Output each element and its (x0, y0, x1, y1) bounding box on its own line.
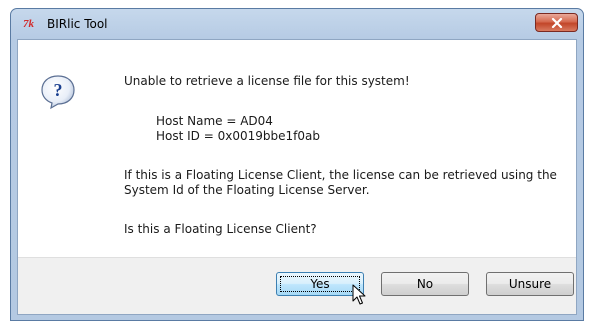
info-text-line1: If this is a Floating License Client, th… (124, 168, 557, 182)
close-button[interactable] (535, 13, 578, 32)
unsure-button[interactable]: Unsure (486, 272, 574, 296)
yes-button[interactable]: Yes (276, 272, 364, 296)
error-message: Unable to retrieve a license file for th… (124, 74, 410, 88)
svg-text:?: ? (54, 80, 63, 100)
window-title: BIRlic Tool (47, 17, 108, 31)
mouse-pointer-icon (352, 284, 366, 306)
yes-button-label: Yes (310, 277, 330, 291)
host-id-text: Host ID = 0x0019bbe1f0ab (156, 129, 320, 143)
question-text: Is this a Floating License Client? (124, 222, 317, 236)
birlic-app-icon: 7k (23, 18, 34, 30)
no-button[interactable]: No (381, 272, 469, 296)
host-name-text: Host Name = AD04 (156, 114, 273, 128)
title-bar[interactable]: 7k BIRlic Tool (11, 9, 583, 39)
info-text-line2: System Id of the Floating License Server… (124, 183, 370, 197)
close-icon (551, 17, 563, 28)
question-icon: ? (40, 74, 76, 110)
